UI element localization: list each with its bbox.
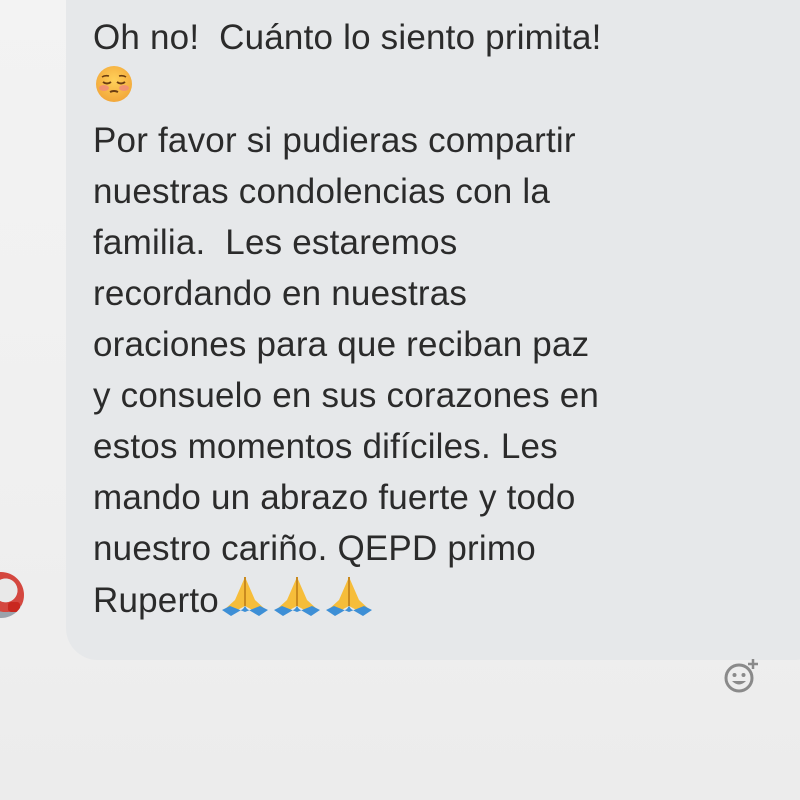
add-reaction-button[interactable] bbox=[720, 655, 762, 697]
message-body: Por favor si pudieras compartir nuestras… bbox=[93, 121, 600, 568]
message-line-1: Oh no! Cuánto lo siento primita! bbox=[93, 18, 602, 57]
pensive-face-emoji bbox=[93, 63, 135, 105]
add-reaction-icon bbox=[724, 659, 758, 693]
folded-hands-emoji bbox=[323, 574, 375, 616]
folded-hands-emoji bbox=[219, 574, 271, 616]
message-text: Oh no! Cuánto lo siento primita! Por fav… bbox=[93, 12, 773, 626]
message-closing: Ruperto bbox=[93, 581, 219, 620]
avatar[interactable] bbox=[0, 572, 24, 618]
chat-screen: Oh no! Cuánto lo siento primita! Por fav… bbox=[0, 0, 800, 800]
folded-hands-emoji bbox=[271, 574, 323, 616]
